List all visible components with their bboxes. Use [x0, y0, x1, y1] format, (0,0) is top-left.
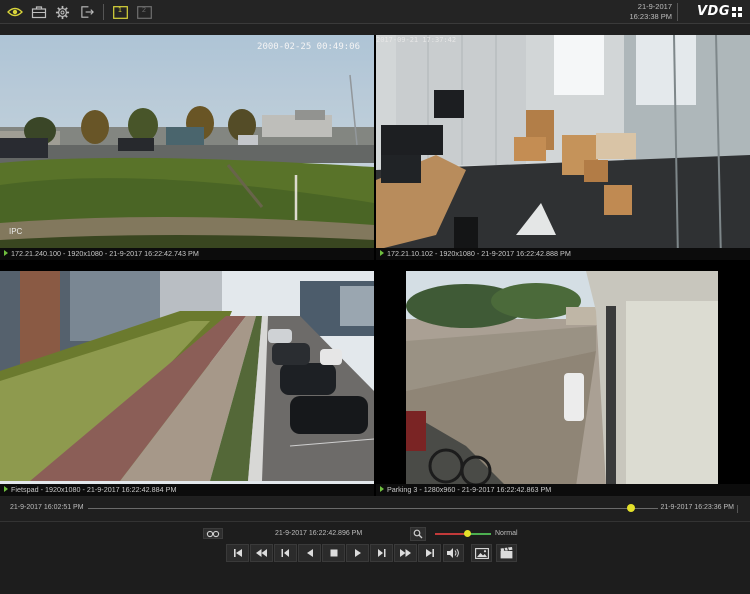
layout-1-label: 1 [118, 7, 122, 14]
logo-mark-icon [732, 6, 742, 17]
camera-1-video-frame [0, 35, 374, 260]
timeline-track[interactable] [88, 508, 658, 509]
speaker-icon [447, 548, 459, 558]
snapshot-button[interactable] [471, 544, 492, 562]
clock-time: 16:23:38 PM [629, 11, 672, 21]
timeline-end-time: 21-9-2017 16:23:36 PM [660, 504, 734, 511]
layout-1-icon[interactable]: 1 [111, 3, 129, 21]
logo-text: VDG [696, 4, 730, 19]
camera-tile-4[interactable]: Parking 3 - 1280x960 - 21-9-2017 16:22:4… [376, 271, 750, 496]
play-state-icon [380, 486, 384, 492]
stop-icon [330, 549, 337, 557]
briefcase-icon[interactable] [30, 3, 48, 21]
playback-speed-label: Normal [495, 530, 518, 537]
camera-3-status-bar: Fietspad - 1920x1080 - 21-9-2017 16:22:4… [0, 484, 374, 496]
camera-1-overlay-timestamp: 2000-02-25 00:49:06 [257, 42, 360, 52]
camera-1-label: IPC [9, 227, 23, 236]
skip-to-start-button[interactable] [226, 544, 249, 562]
gear-icon[interactable] [53, 3, 71, 21]
step-forward-icon [378, 549, 386, 557]
speed-slider-handle[interactable] [464, 530, 471, 537]
play-reverse-icon [306, 549, 313, 557]
layout-2-label: 2 [142, 7, 146, 14]
camera-tile-3[interactable]: Fietspad - 1920x1080 - 21-9-2017 16:22:4… [0, 271, 374, 496]
search-icon [413, 529, 423, 539]
playback-speed-slider[interactable] [435, 533, 491, 535]
play-state-icon [4, 486, 8, 492]
vms-app: 1 2 21-9-2017 16:23:38 PM VDG 2000-02-25… [0, 0, 750, 594]
fast-forward-button[interactable] [394, 544, 417, 562]
playback-timeline: 21-9-2017 16:02:51 PM 21-9-2017 16:23:36… [0, 497, 750, 521]
skip-to-end-button[interactable] [418, 544, 441, 562]
camera-3-status-text: Fietspad - 1920x1080 - 21-9-2017 16:22:4… [11, 485, 177, 494]
logout-icon[interactable] [78, 3, 96, 21]
skip-end-icon [425, 549, 434, 557]
camera-2-status-bar: 172.21.10.102 - 1920x1080 - 21-9-2017 16… [376, 248, 750, 260]
current-playback-time: 21-9-2017 16:22:42.896 PM [275, 530, 363, 537]
camera-grid: 2000-02-25 00:49:06 IPC 172.21.240.100 -… [0, 35, 750, 496]
camera-1-status-text: 172.21.240.100 - 1920x1080 - 21-9-2017 1… [11, 249, 199, 258]
camera-2-video-frame [376, 35, 750, 260]
export-clip-button[interactable] [496, 544, 517, 562]
system-clock: 21-9-2017 16:23:38 PM [602, 2, 672, 21]
play-button[interactable] [346, 544, 369, 562]
link-icon [206, 530, 220, 537]
timeline-start-time: 21-9-2017 16:02:51 PM [10, 504, 84, 511]
camera-tile-2[interactable]: 2017-09-21 17:37:42 172.21.10.102 - 1920… [376, 35, 750, 260]
play-state-icon [380, 250, 384, 256]
step-back-button[interactable] [274, 544, 297, 562]
skip-start-icon [233, 549, 242, 557]
step-back-icon [281, 549, 289, 557]
camera-2-status-text: 172.21.10.102 - 1920x1080 - 21-9-2017 16… [387, 249, 571, 258]
playback-controls: 21-9-2017 16:22:42.896 PM Normal [0, 521, 750, 594]
image-icon [474, 547, 489, 559]
camera-4-status-bar: Parking 3 - 1280x960 - 21-9-2017 16:22:4… [376, 484, 750, 496]
camera-2-overlay-timestamp: 2017-09-21 17:37:42 [376, 36, 457, 44]
toolbar-divider [103, 4, 104, 20]
audio-button[interactable] [443, 544, 464, 562]
rewind-button[interactable] [250, 544, 273, 562]
camera-4-video-frame [376, 271, 750, 496]
timeline-scrubber-handle[interactable] [627, 504, 636, 512]
stop-button[interactable] [322, 544, 345, 562]
rewind-icon [256, 549, 267, 557]
eye-icon[interactable] [6, 3, 24, 21]
camera-3-video-frame [0, 271, 374, 496]
camera-4-status-text: Parking 3 - 1280x960 - 21-9-2017 16:22:4… [387, 485, 552, 494]
fast-forward-icon [400, 549, 411, 557]
clock-divider [677, 3, 678, 21]
sync-link-button[interactable] [203, 528, 223, 539]
step-forward-button[interactable] [370, 544, 393, 562]
timeline-end-marker [737, 505, 738, 513]
brand-logo: VDG [697, 4, 742, 19]
layout-2-icon[interactable]: 2 [135, 3, 153, 21]
clapperboard-icon [500, 547, 513, 559]
zoom-button[interactable] [410, 527, 426, 541]
camera-tile-1[interactable]: 2000-02-25 00:49:06 IPC 172.21.240.100 -… [0, 35, 374, 260]
transport-buttons [226, 544, 442, 562]
play-icon [354, 549, 361, 557]
play-reverse-button[interactable] [298, 544, 321, 562]
clock-date: 21-9-2017 [637, 2, 672, 11]
camera-1-status-bar: 172.21.240.100 - 1920x1080 - 21-9-2017 1… [0, 248, 374, 260]
play-state-icon [4, 250, 8, 256]
top-toolbar: 1 2 21-9-2017 16:23:38 PM VDG [0, 0, 750, 24]
